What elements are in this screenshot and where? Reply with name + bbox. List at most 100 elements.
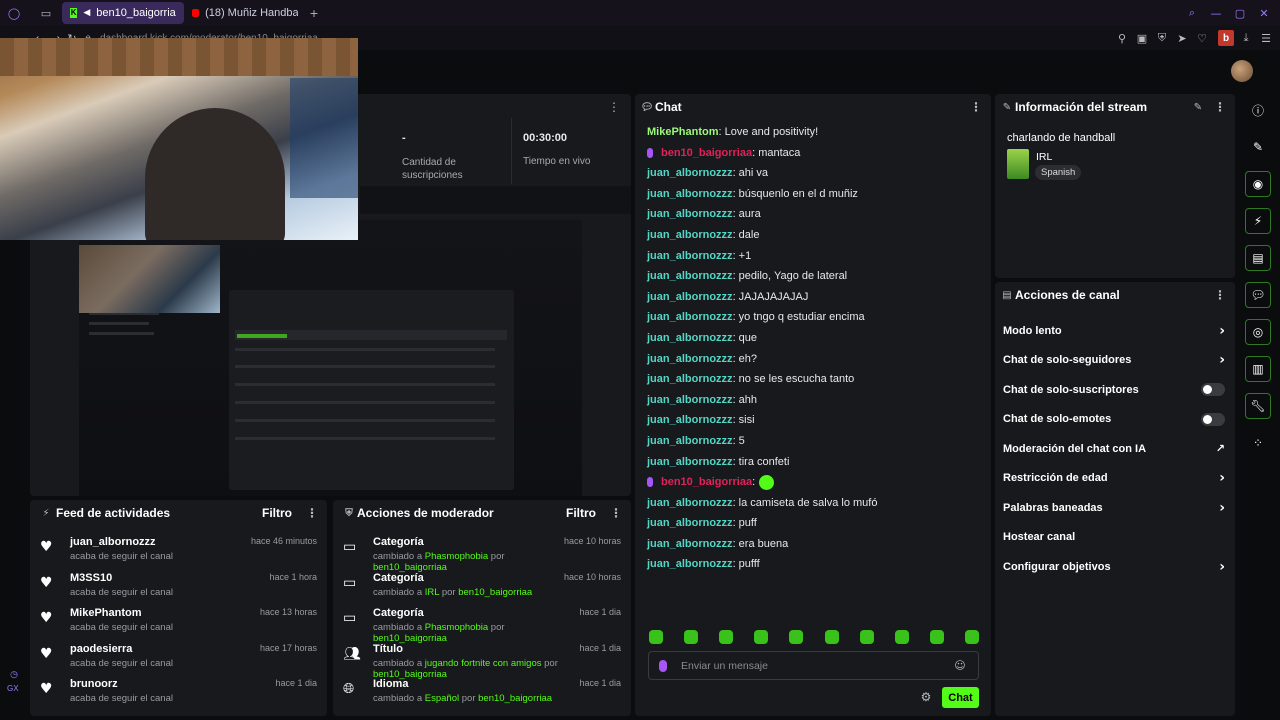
- search-icon[interactable]: ⌕: [1184, 5, 1200, 21]
- layout-icon[interactable]: ▥: [1245, 356, 1271, 382]
- more-options-icon[interactable]: ⋮: [1214, 288, 1226, 302]
- info-icon[interactable]: ⓘ: [1245, 97, 1271, 123]
- chat-username[interactable]: juan_albornozzz: [647, 497, 733, 509]
- external-link-icon[interactable]: ↗: [1216, 442, 1225, 455]
- emote-icon[interactable]: [859, 630, 874, 644]
- screenshot-icon[interactable]: ▣: [1134, 30, 1150, 46]
- audio-icon[interactable]: ◀: [83, 8, 90, 18]
- document-icon[interactable]: ▤: [1245, 245, 1271, 271]
- filter-button[interactable]: Filtro: [262, 506, 292, 520]
- chat-bubble-icon[interactable]: 💬︎: [1245, 282, 1271, 308]
- chat-username[interactable]: juan_albornozzz: [647, 414, 733, 426]
- chat-username[interactable]: ben10_baigorriaa: [661, 476, 752, 488]
- channel-action-item[interactable]: Palabras baneadas ›: [995, 493, 1235, 523]
- shield-icon[interactable]: ⛨: [1154, 30, 1170, 46]
- mod-action-user[interactable]: ben10_baigorriaa: [458, 587, 532, 598]
- channel-action-item[interactable]: Chat de solo-seguidores ›: [995, 346, 1235, 376]
- chat-username[interactable]: juan_albornozzz: [647, 229, 733, 241]
- mod-action-time: hace 10 horas: [563, 536, 621, 546]
- chat-username[interactable]: juan_albornozzz: [647, 456, 733, 468]
- feed-username[interactable]: juan_albornozzz: [70, 536, 251, 548]
- more-options-icon[interactable]: ⋮: [1214, 100, 1226, 114]
- emote-icon[interactable]: [824, 630, 839, 644]
- channel-action-item[interactable]: Chat de solo-emotes: [995, 405, 1235, 435]
- maximize-icon[interactable]: ▢: [1232, 5, 1248, 21]
- filter-button[interactable]: Filtro: [566, 506, 596, 520]
- toggle-switch[interactable]: [1201, 383, 1225, 397]
- close-icon[interactable]: ✕: [1256, 5, 1272, 21]
- emote-icon[interactable]: [754, 630, 769, 644]
- chat-username[interactable]: juan_albornozzz: [647, 435, 733, 447]
- lightning-icon[interactable]: ⚡︎: [1245, 208, 1271, 234]
- rail-bottom-icon[interactable]: ◷: [6, 667, 22, 683]
- wrench-icon[interactable]: 🔧︎: [1245, 393, 1271, 419]
- emote-icon[interactable]: [894, 630, 909, 644]
- chat-username[interactable]: juan_albornozzz: [647, 311, 733, 323]
- edit-icon[interactable]: ✎: [1190, 99, 1206, 115]
- more-options-icon[interactable]: ⋮: [608, 100, 620, 114]
- record-icon[interactable]: ◉: [1245, 171, 1271, 197]
- tab-youtube[interactable]: (18) Muñiz Handball está e: [184, 2, 306, 24]
- chat-username[interactable]: juan_albornozzz: [647, 291, 733, 303]
- tab-kick[interactable]: K ◀ ben10_baigorriaa Stre: [62, 2, 184, 24]
- pin-icon[interactable]: ⚲: [1114, 30, 1130, 46]
- heart-icon[interactable]: ♡: [1194, 30, 1210, 46]
- feed-username[interactable]: M3SS10: [70, 572, 269, 584]
- emote-icon[interactable]: [649, 630, 663, 644]
- channel-action-item[interactable]: Chat de solo-suscriptores: [995, 375, 1235, 405]
- chat-username[interactable]: juan_albornozzz: [647, 167, 733, 179]
- emote-icon[interactable]: [684, 630, 699, 644]
- chat-username[interactable]: juan_albornozzz: [647, 208, 733, 220]
- stream-video[interactable]: [79, 220, 582, 496]
- channel-icon: ▤: [1002, 289, 1012, 301]
- emote-icon[interactable]: [964, 630, 979, 644]
- more-options-icon[interactable]: ⋮: [306, 506, 318, 520]
- channel-action-item[interactable]: Hostear canal: [995, 523, 1235, 553]
- download-icon[interactable]: ⤓: [1238, 30, 1254, 46]
- feed-item-body: MikePhantom acaba de seguir el canal: [70, 607, 260, 633]
- feed-username[interactable]: paodesierra: [70, 643, 260, 655]
- channel-action-item[interactable]: Moderación del chat con IA ↗: [995, 434, 1235, 464]
- emote-icon: [759, 474, 775, 490]
- chat-username[interactable]: juan_albornozzz: [647, 517, 733, 529]
- chat-username[interactable]: juan_albornozzz: [647, 353, 733, 365]
- channel-action-item[interactable]: Configurar objetivos ›: [995, 552, 1235, 582]
- minimize-icon[interactable]: —: [1208, 5, 1224, 21]
- broadcast-icon[interactable]: ◎: [1245, 319, 1271, 345]
- channel-action-item[interactable]: Restricción de edad ›: [995, 464, 1235, 494]
- extension-icon[interactable]: b: [1218, 30, 1234, 46]
- new-tab-icon[interactable]: +: [306, 5, 322, 21]
- edit-stream-icon[interactable]: ✎: [1245, 134, 1271, 160]
- send-icon[interactable]: ➤: [1174, 30, 1190, 46]
- send-chat-button[interactable]: Chat: [942, 687, 979, 708]
- more-options-icon[interactable]: ⋮: [970, 100, 982, 114]
- chat-username[interactable]: ben10_baigorriaa: [661, 147, 752, 159]
- chat-username[interactable]: juan_albornozzz: [647, 250, 733, 262]
- menu-icon[interactable]: ☰: [1258, 30, 1274, 46]
- toggle-switch[interactable]: [1201, 412, 1225, 426]
- chat-input[interactable]: Enviar un mensaje ☺: [648, 651, 979, 680]
- chat-username[interactable]: juan_albornozzz: [647, 373, 733, 385]
- channel-action-item[interactable]: Modo lento ›: [995, 316, 1235, 346]
- chat-username[interactable]: juan_albornozzz: [647, 188, 733, 200]
- opera-logo-icon[interactable]: ◯: [6, 5, 22, 21]
- emote-icon[interactable]: [719, 630, 734, 644]
- feed-username[interactable]: MikePhantom: [70, 607, 260, 619]
- emote-icon[interactable]: [929, 630, 944, 644]
- settings-gear-icon[interactable]: ⚙: [918, 689, 934, 705]
- mod-action-user[interactable]: ben10_baigorriaa: [478, 693, 552, 704]
- more-options-icon[interactable]: ⋮: [610, 506, 622, 520]
- emote-icon[interactable]: [789, 630, 804, 644]
- workspaces-icon[interactable]: ▭: [38, 5, 54, 21]
- chat-username[interactable]: juan_albornozzz: [647, 394, 733, 406]
- chat-username[interactable]: MikePhantom: [647, 126, 719, 138]
- feed-username[interactable]: brunoorz: [70, 678, 275, 690]
- avatar[interactable]: [1231, 60, 1253, 82]
- share-icon[interactable]: ⁘: [1245, 430, 1271, 456]
- emoji-icon[interactable]: ☺: [952, 658, 968, 674]
- rail-gx-icon[interactable]: GX: [7, 684, 19, 693]
- chat-username[interactable]: juan_albornozzz: [647, 332, 733, 344]
- chat-username[interactable]: juan_albornozzz: [647, 270, 733, 282]
- chat-username[interactable]: juan_albornozzz: [647, 558, 733, 570]
- chat-username[interactable]: juan_albornozzz: [647, 538, 733, 550]
